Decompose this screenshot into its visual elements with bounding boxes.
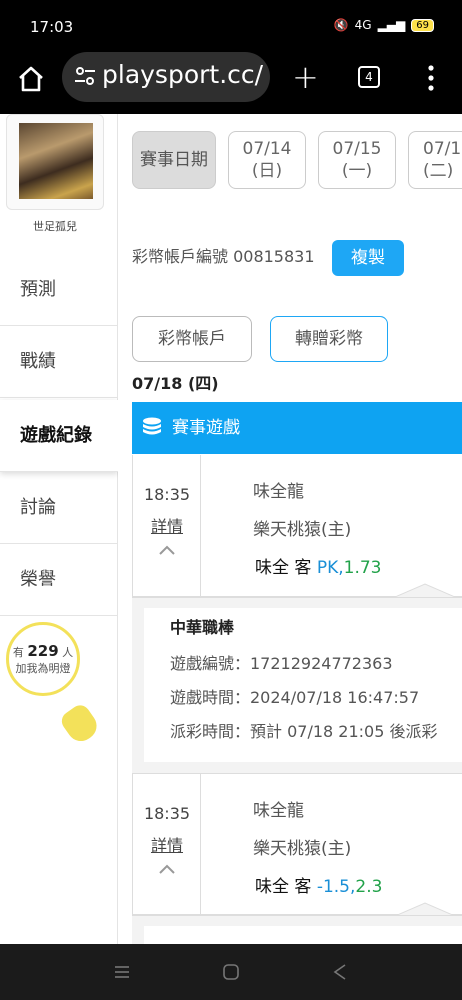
site-settings-icon[interactable] [74, 65, 96, 87]
copy-button[interactable]: 複製 [332, 240, 404, 276]
game-time-column: 18:35 詳情 [133, 455, 201, 597]
sidebar-item-honor[interactable]: 榮譽 [0, 544, 117, 616]
home-icon[interactable] [16, 64, 46, 94]
signal-icon: ▂▄▆ [377, 18, 406, 32]
battery-icon: 69 [411, 18, 434, 32]
sidebar-item-discuss[interactable]: 討論 [0, 472, 117, 544]
follow-lamp-button[interactable]: 有 229 人 加我為明燈 [6, 622, 103, 747]
home-team: 樂天桃猿(主) [253, 839, 352, 859]
back-icon[interactable] [330, 962, 350, 982]
network-label: 4G [354, 18, 372, 32]
weekday-text: (一) [341, 161, 373, 181]
date-text: 07/14 [242, 139, 292, 159]
weekday-text: (日) [251, 161, 283, 181]
game-time: 18:35 [143, 485, 191, 504]
pick: 味全 客 PK,1.73 [255, 553, 381, 578]
status-bar: 17:03 🔇 4G ▂▄▆ 69 [0, 0, 462, 56]
date-button[interactable]: 07/15 (一) [318, 131, 396, 189]
pick-line: PK, [316, 558, 344, 578]
lamp-prefix: 有 [12, 646, 24, 659]
new-tab-icon[interactable]: + [292, 58, 319, 96]
database-icon [143, 417, 161, 435]
date-text: 07/1 [423, 139, 462, 159]
tab-switcher-button[interactable]: 4 [358, 66, 380, 88]
url-text[interactable]: playsport.cc/ [102, 60, 268, 89]
lamp-text: 有 229 人 加我為明燈 [9, 643, 77, 677]
weekday-text: (二) [423, 161, 454, 181]
more-menu-icon[interactable] [424, 64, 438, 92]
date-button[interactable]: 07/1 (二) [408, 131, 462, 189]
main-content: 賽事日期 07/14 (日) 07/15 (一) 07/1 (二) 彩幣帳戶編號… [118, 114, 462, 944]
url-field[interactable]: playsport.cc/ [62, 52, 270, 102]
game-id: 遊戲編號：17212924772363 [170, 654, 393, 673]
chevron-up-icon[interactable] [157, 862, 177, 876]
lamp-suffix: 人 [62, 646, 74, 659]
game-time-detail: 遊戲時間：2024/07/18 16:47:57 [170, 688, 420, 707]
game-row: 18:35 詳情 味全龍 樂天桃猿(主) 味全 客 PK,1.73 [132, 455, 462, 597]
sidebar: 世足孤兒 預測 戰績 遊戲紀錄 討論 榮譽 有 229 人 加我為明燈 [0, 114, 118, 944]
detail-link[interactable]: 詳情 [133, 832, 201, 856]
notch-divider [395, 902, 455, 916]
game-time-column: 18:35 詳情 [133, 774, 201, 916]
game-detail-panel: 中華職棒 遊戲編號：17212924772363 遊戲時間：2024/07/18… [132, 597, 462, 773]
date-button[interactable]: 07/14 (日) [228, 131, 306, 189]
pick-team: 味全 客 [255, 558, 312, 578]
pick-line: -1.5, [316, 877, 356, 897]
date-label: 賽事日期 [132, 131, 216, 189]
username[interactable]: 世足孤兒 [0, 218, 110, 234]
sidebar-item-game-log[interactable]: 遊戲紀錄 [0, 400, 118, 472]
league-name: 中華職棒 [170, 618, 235, 637]
lamp-caption: 加我為明燈 [15, 662, 71, 675]
status-icons: 🔇 4G ▂▄▆ 69 [334, 18, 434, 32]
pick: 味全 客 -1.5,2.3 [255, 872, 382, 897]
game-time: 18:35 [143, 804, 191, 823]
tab-transfer-coin[interactable]: 轉贈彩幣 [270, 316, 388, 362]
sidebar-item-record[interactable]: 戰績 [0, 326, 117, 398]
avatar[interactable] [19, 123, 93, 199]
browser-toolbar: playsport.cc/ + 4 [0, 52, 462, 114]
tab-coin-account[interactable]: 彩幣帳戶 [132, 316, 252, 362]
detail-link[interactable]: 詳情 [133, 513, 201, 537]
status-time: 17:03 [30, 18, 74, 36]
system-nav-bar [0, 944, 462, 1000]
lightbulb-icon [57, 701, 103, 747]
section-title: 賽事遊戲 [172, 418, 240, 438]
chevron-up-icon[interactable] [157, 543, 177, 557]
date-heading: 07/18 (四) [132, 374, 219, 393]
lamp-count: 229 [27, 642, 59, 660]
date-text: 07/15 [332, 139, 382, 159]
avatar-card[interactable] [6, 114, 104, 210]
mute-icon: 🔇 [333, 18, 349, 32]
away-team: 味全龍 [253, 482, 304, 502]
pick-team: 味全 客 [255, 877, 312, 897]
recents-icon[interactable] [112, 962, 132, 982]
away-team: 味全龍 [253, 801, 304, 821]
payout-time: 派彩時間：預計 07/18 21:05 後派彩 [170, 722, 438, 741]
account-number: 彩幣帳戶編號 00815831 [132, 247, 315, 266]
pick-odds: 1.73 [343, 558, 382, 578]
game-detail-panel [132, 915, 462, 944]
sidebar-item-predict[interactable]: 預測 [0, 254, 117, 326]
home-team: 樂天桃猿(主) [253, 520, 352, 540]
notch-divider [395, 583, 455, 597]
home-nav-icon[interactable] [221, 962, 241, 982]
pick-odds: 2.3 [355, 877, 383, 897]
game-detail-card [144, 926, 462, 944]
game-row: 18:35 詳情 味全龍 樂天桃猿(主) 味全 客 -1.5,2.3 [132, 773, 462, 916]
section-header: 賽事遊戲 [132, 402, 462, 454]
